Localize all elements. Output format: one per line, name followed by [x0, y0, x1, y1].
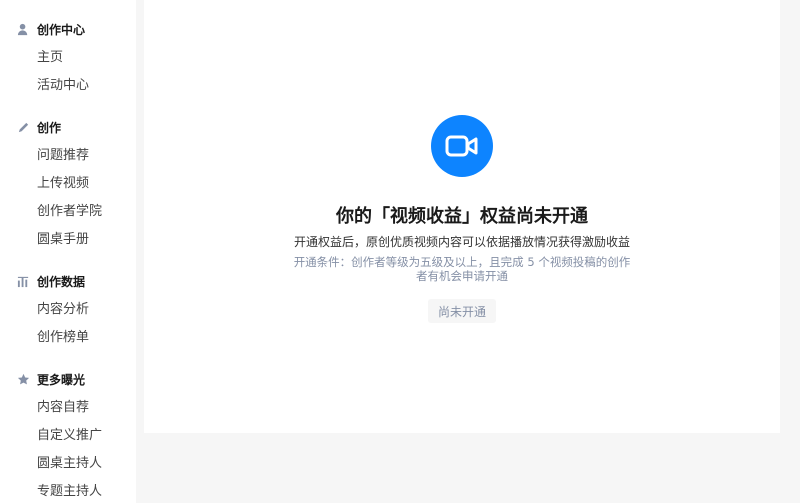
star-icon: [17, 373, 30, 386]
benefit-description: 开通权益后，原创优质视频内容可以依据播放情况获得激励收益: [293, 235, 630, 249]
section-title: 创作中心: [37, 22, 86, 37]
sidebar: 创作中心 主页 活动中心 创作 问题推荐 上传视频 创作者学院 圆桌手册 创作数…: [0, 0, 136, 503]
not-activated-button[interactable]: 尚未开通: [428, 299, 496, 323]
section-more-exposure: 更多曝光: [17, 370, 85, 388]
section-creator-center: 创作中心: [17, 20, 85, 38]
sidebar-item-topic-host[interactable]: 专题主持人: [37, 483, 102, 501]
section-create: 创作: [17, 118, 61, 136]
section-title: 创作数据: [37, 274, 86, 289]
sidebar-item-creation-ranking[interactable]: 创作榜单: [37, 329, 89, 347]
sidebar-item-roundtable-host[interactable]: 圆桌主持人: [37, 455, 102, 473]
video-camera-icon: [431, 115, 493, 177]
sidebar-item-activity-center[interactable]: 活动中心: [37, 77, 89, 95]
main-card: 你的「视频收益」权益尚未开通 开通权益后，原创优质视频内容可以依据播放情况获得激…: [144, 0, 780, 433]
section-title: 创作: [37, 120, 62, 135]
page-title: 你的「视频收益」权益尚未开通: [336, 206, 588, 227]
sidebar-item-self-recommend[interactable]: 内容自荐: [37, 399, 89, 417]
pencil-icon: [17, 121, 30, 134]
eligibility-conditions: 开通条件：创作者等级为五级及以上，且完成 5 个视频投稿的创作者有机会申请开通: [293, 255, 631, 283]
sidebar-item-custom-promotion[interactable]: 自定义推广: [37, 427, 102, 445]
user-icon: [17, 23, 30, 36]
sidebar-item-upload-video[interactable]: 上传视频: [37, 175, 89, 193]
sidebar-item-question-recommend[interactable]: 问题推荐: [37, 147, 89, 165]
sidebar-item-content-analysis[interactable]: 内容分析: [37, 301, 89, 319]
section-title: 更多曝光: [37, 372, 86, 387]
sidebar-item-roundtable-manual[interactable]: 圆桌手册: [37, 231, 89, 249]
section-creation-data: 创作数据: [17, 272, 85, 290]
sidebar-item-creator-academy[interactable]: 创作者学院: [37, 203, 102, 221]
bar-chart-icon: [17, 275, 30, 288]
sidebar-item-home[interactable]: 主页: [37, 49, 63, 67]
